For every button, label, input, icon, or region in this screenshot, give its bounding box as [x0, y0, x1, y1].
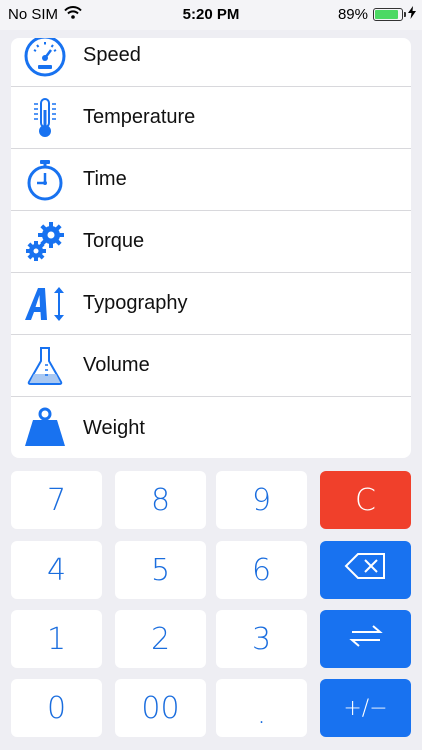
list-item-temperature[interactable]: Temperature — [11, 87, 411, 149]
key-3[interactable]: 3 — [216, 610, 307, 668]
key-00[interactable]: 00 — [115, 679, 206, 737]
battery-icon — [373, 8, 406, 21]
list-item-label: Weight — [83, 416, 145, 439]
weight-icon — [23, 406, 67, 450]
list-item-label: Typography — [83, 292, 188, 314]
list-item-torque[interactable]: Torque — [11, 211, 411, 273]
list-item-weight[interactable]: Weight — [11, 397, 411, 458]
key-0[interactable]: 0 — [11, 679, 102, 737]
unit-list: Speed Temperature Time Torque Typography… — [11, 38, 411, 458]
speedometer-icon — [23, 38, 67, 78]
typography-icon — [23, 282, 67, 326]
list-item-time[interactable]: Time — [11, 149, 411, 211]
status-right: 89% — [338, 6, 416, 23]
clear-button[interactable]: C — [320, 471, 411, 529]
list-item-speed[interactable]: Speed — [11, 38, 411, 87]
key-5[interactable]: 5 — [115, 541, 206, 599]
backspace-icon — [344, 551, 388, 589]
key-2[interactable]: 2 — [115, 610, 206, 668]
unit-list-inner: Speed Temperature Time Torque Typography… — [11, 38, 411, 458]
backspace-button[interactable] — [320, 541, 411, 599]
key-8[interactable]: 8 — [115, 471, 206, 529]
gears-icon — [23, 220, 67, 264]
charging-icon — [408, 6, 416, 23]
key-6[interactable]: 6 — [216, 541, 307, 599]
list-item-volume[interactable]: Volume — [11, 335, 411, 397]
swap-arrows-icon — [348, 622, 383, 657]
key-4[interactable]: 4 — [11, 541, 102, 599]
battery-fill — [375, 10, 398, 19]
keypad: 7 8 9 C 4 5 6 1 2 3 0 00 . +/− — [11, 471, 412, 737]
status-bar: No SIM 5:20 PM 89% — [0, 0, 422, 30]
list-item-label: Torque — [83, 230, 145, 252]
list-item-label: Temperature — [83, 106, 196, 128]
flask-icon — [23, 344, 67, 388]
list-item-label: Time — [83, 168, 127, 190]
key-9[interactable]: 9 — [216, 471, 307, 529]
key-7[interactable]: 7 — [11, 471, 102, 529]
thermometer-icon — [23, 96, 67, 140]
list-item-typography[interactable]: Typography — [11, 273, 411, 335]
battery-percent: 89% — [337, 6, 368, 23]
stopwatch-icon — [23, 158, 67, 202]
list-item-label: Speed — [83, 44, 141, 66]
list-item-label: Volume — [83, 354, 150, 376]
plus-minus-button[interactable]: +/− — [320, 679, 411, 737]
key-1[interactable]: 1 — [11, 610, 102, 668]
decimal-key[interactable]: . — [216, 679, 307, 737]
swap-units-button[interactable] — [320, 610, 411, 668]
